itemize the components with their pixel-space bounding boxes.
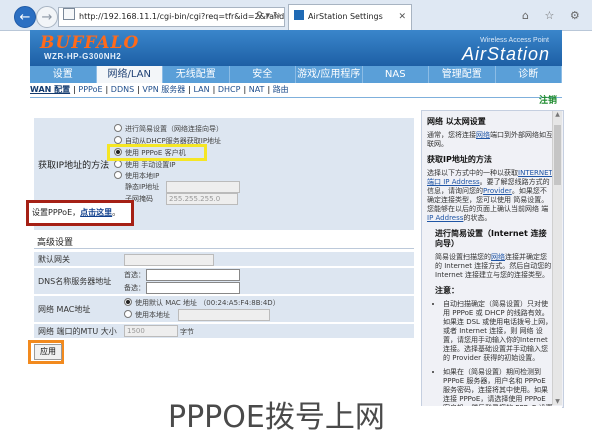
custom-mac-input[interactable] [178, 309, 270, 321]
favicon-icon [294, 10, 304, 20]
refresh-icon[interactable]: ↻ [273, 11, 281, 21]
menu-item-admin[interactable]: 管理配置 [429, 66, 496, 83]
advanced-title: 高级设置 [37, 238, 74, 248]
address-bar[interactable]: http://192.168.11.1/cgi-bin/cgi?req=tfr&… [58, 7, 285, 27]
highlight-pppoe-option [107, 144, 207, 161]
pppoe-setup-hint: 设置PPPoE，点击这里。 [26, 200, 134, 226]
help-note-1: 自动扫描确定（简易设置）只对使用 PPPoE 或 DHCP 的线路有效。如果连 … [443, 300, 553, 363]
radio-default-mac[interactable] [124, 298, 132, 306]
close-tab-icon[interactable]: ✕ [398, 5, 406, 29]
help-link-network-2[interactable]: 网络 [491, 253, 505, 261]
caption: PPPOE拨号上网 [168, 400, 385, 435]
subnav-wan[interactable]: WAN 配置 [30, 85, 70, 94]
page-icon [63, 8, 75, 20]
subnav-route[interactable]: 路由 [273, 85, 289, 94]
url-text: http://192.168.11.1/cgi-bin/cgi?req=tfr&… [79, 12, 285, 21]
subnav-ddns[interactable]: DDNS [111, 85, 134, 94]
subnet-select[interactable]: 255.255.255.0 [166, 193, 238, 205]
radio-manual-ip[interactable] [114, 160, 122, 168]
menu-item-security[interactable]: 安全 [230, 66, 296, 83]
menu-item-nas[interactable]: NAS [363, 66, 429, 83]
help-ip-title: 获取IP地址的方法 [427, 155, 492, 164]
dns-secondary-input[interactable] [146, 282, 240, 294]
menu-item-wireless[interactable]: 无线配置 [163, 66, 230, 83]
back-icon[interactable]: ← [14, 6, 36, 28]
model-name: WZR-HP-G300NH2 [44, 52, 122, 61]
help-ip-text: 选择以下方式中的一种以获取INTERNET 端口 IP Address。要了解您… [427, 169, 553, 222]
help-link-network[interactable]: 网络 [476, 131, 490, 139]
subnav-pppoe[interactable]: PPPoE [78, 85, 102, 94]
mtu-label: 网络 端口的MTU 大小 [38, 327, 117, 336]
dns-primary-label: 首选： [124, 271, 145, 279]
help-intro: 通常，您将连接网络端口到外部网络如互联网。 [427, 131, 553, 148]
radio-local-ip[interactable] [114, 171, 122, 179]
help-panel: 网络 以太网设置 通常，您将连接网络端口到外部网络如互联网。 获取IP地址的方法… [421, 110, 564, 408]
gateway-label: 默认网关 [38, 255, 70, 264]
mtu-input[interactable]: 1500 [124, 325, 178, 337]
option-custom-mac[interactable]: 使用本地址 [124, 310, 170, 320]
option-easy-setup[interactable]: 进行简易设置（网络连接向导） [114, 124, 223, 134]
subnav-lan[interactable]: LAN [194, 85, 210, 94]
static-ip-label: 静态IP地址 [125, 183, 160, 191]
browser-tool-icons[interactable]: ⌂ ☆ ⚙ [522, 9, 586, 22]
help-note-title: 注意： [435, 286, 459, 295]
help-scrollbar[interactable]: ▲ ▼ [552, 111, 562, 405]
dropdown-icon[interactable]: ▾ [265, 11, 270, 21]
option-manual-ip[interactable]: 使用 手动设置IP [114, 160, 176, 170]
help-title: 网络 以太网设置 [427, 117, 486, 126]
option-default-mac[interactable]: 使用默认 MAC 地址 （00:24:A5:F4:8B:4D） [124, 298, 280, 308]
menu-item-network-lan[interactable]: 网络/LAN [96, 66, 163, 83]
radio-easy-setup[interactable] [114, 124, 122, 132]
static-ip-input[interactable] [166, 181, 240, 193]
tab-title: AirStation Settings [308, 12, 383, 21]
mtu-unit: 字节 [180, 328, 194, 336]
dns-label: DNS名称服务器地址 [38, 277, 112, 286]
apply-button[interactable]: 应用 [34, 344, 62, 360]
help-note-2: 如果在（简易设置）期间检测到 PPPoE 服务器，用户名和 PPPoE 服务密码… [443, 368, 553, 407]
scroll-up-icon[interactable]: ▲ [553, 111, 562, 118]
sub-navigation: WAN 配置 | PPPoE | DDNS | VPN 服务器 | LAN | DHCP |… [30, 83, 562, 98]
menu-item-games-apps[interactable]: 游戏/应用程序 [296, 66, 363, 83]
help-easy-text: 简易设置扫描您的网络连接并确定您的 Internet 连接方式。然后自动您的In… [435, 253, 552, 279]
subnav-dhcp[interactable]: DHCP [218, 85, 241, 94]
subnav-vpn[interactable]: VPN 服务器 [142, 85, 185, 94]
menu-item-setup[interactable]: 设置 [30, 66, 97, 83]
subnav-nat[interactable]: NAT [249, 85, 265, 94]
dns-secondary-label: 备选： [124, 284, 145, 292]
brand-logo: BUFFALO [40, 33, 140, 53]
help-link-ip-address[interactable]: IP Address [427, 214, 463, 222]
scroll-thumb[interactable] [554, 125, 561, 185]
menu-item-diagnostics[interactable]: 诊断 [496, 66, 562, 83]
mac-label: 网络 MAC地址 [38, 305, 91, 314]
logout-link[interactable]: 注销 [539, 93, 557, 106]
dns-primary-input[interactable] [146, 269, 240, 281]
radio-custom-mac[interactable] [124, 310, 132, 318]
help-content: 网络 以太网设置 通常，您将连接网络端口到外部网络如互联网。 获取IP地址的方法… [427, 115, 553, 407]
forward-icon[interactable]: → [36, 6, 58, 28]
gateway-input[interactable] [124, 254, 214, 266]
ip-method-label: 获取IP地址的方法 [38, 161, 110, 171]
search-icon[interactable]: ⚲ [256, 11, 263, 21]
mtu-row: 网络 端口的MTU 大小 [34, 324, 414, 340]
product-name: AirStation [461, 44, 550, 64]
help-link-provider[interactable]: Provider [483, 187, 512, 195]
browser-tab[interactable]: AirStation Settings ✕ [288, 4, 412, 31]
address-tools[interactable]: ⚲ ▾ ↻ [256, 7, 280, 25]
pppoe-click-here-link[interactable]: 点击这里 [80, 208, 112, 217]
product-type: Wireless Access Point [480, 37, 549, 44]
radio-dhcp[interactable] [114, 136, 122, 144]
scroll-down-icon[interactable]: ▼ [553, 398, 562, 405]
help-easy-title: 进行简易设置（Internet 连接向导） [435, 229, 547, 248]
help-notes: 自动扫描确定（简易设置）只对使用 PPPoE 或 DHCP 的线路有效。如果连 … [435, 300, 553, 407]
gateway-row: 默认网关 [34, 252, 414, 268]
main-menu: 设置 网络/LAN 无线配置 安全 游戏/应用程序 NAS 管理配置 诊断 [30, 66, 562, 83]
divider [34, 248, 414, 249]
option-local-ip[interactable]: 使用本地IP [114, 171, 159, 181]
